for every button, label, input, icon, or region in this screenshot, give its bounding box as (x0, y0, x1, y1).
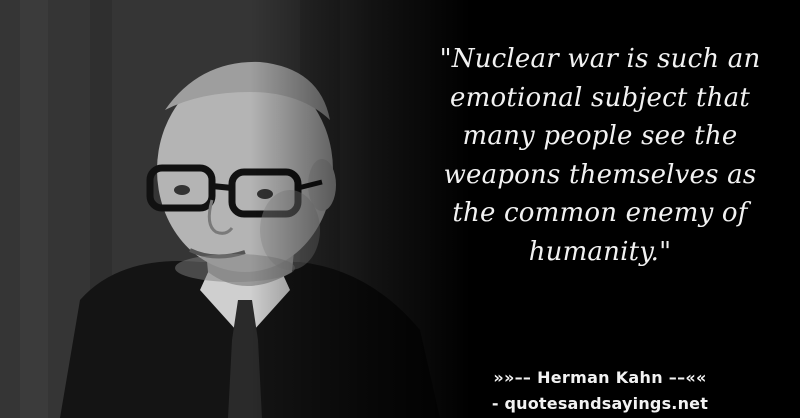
quote-text: "Nuclear war is such an emotional subjec… (439, 44, 761, 267)
site-credit: - quotesandsayings.net (491, 394, 709, 413)
quote-card: "Nuclear war is such an emotional subjec… (0, 0, 800, 418)
author-line: »»–– Herman Kahn ––«« (493, 368, 707, 387)
